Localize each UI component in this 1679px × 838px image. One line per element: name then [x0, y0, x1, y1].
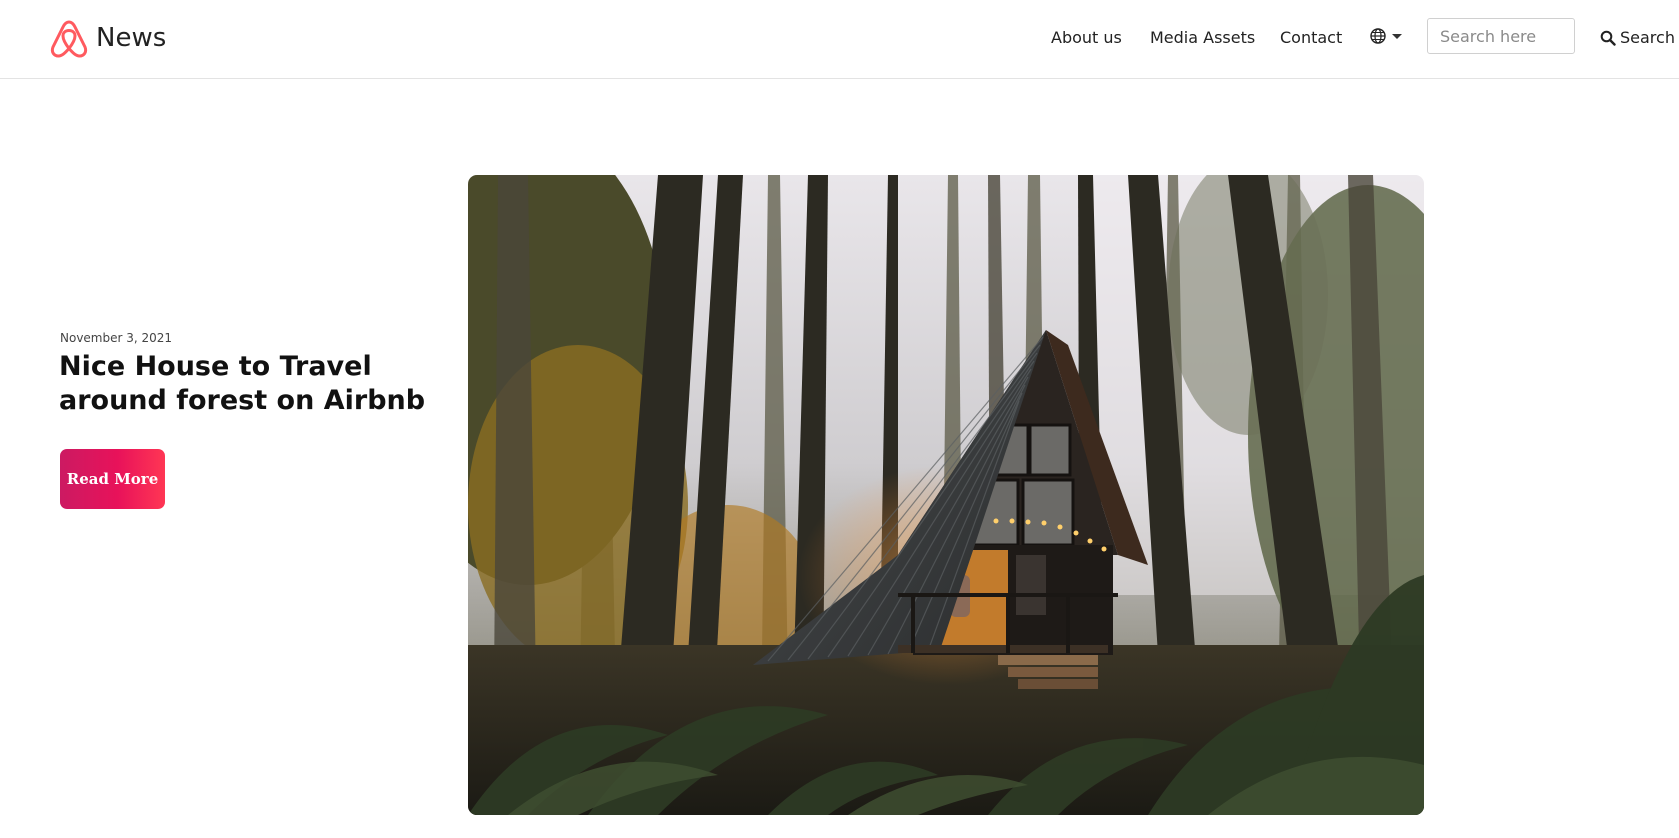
forest-cabin-image	[468, 175, 1424, 815]
brand-name: News	[96, 23, 167, 53]
article-title[interactable]: Nice House to Travel around forest on Ai…	[59, 350, 449, 418]
chevron-down-icon	[1392, 33, 1402, 39]
search-button[interactable]: Search	[1600, 28, 1675, 47]
language-dropdown[interactable]	[1370, 28, 1402, 44]
search-input[interactable]	[1427, 18, 1575, 54]
brand-link[interactable]: News	[47, 16, 166, 60]
nav-contact[interactable]: Contact	[1280, 28, 1342, 47]
globe-icon	[1370, 28, 1386, 44]
search-button-label: Search	[1620, 28, 1675, 47]
airbnb-logo-icon	[50, 20, 88, 58]
article-hero-image[interactable]	[468, 175, 1424, 815]
nav-media-assets[interactable]: Media Assets	[1150, 28, 1255, 47]
read-more-button[interactable]: Read More	[60, 449, 165, 509]
nav-about-us[interactable]: About us	[1051, 28, 1122, 47]
search-icon	[1600, 30, 1616, 46]
article-date: November 3, 2021	[60, 331, 173, 345]
site-header: News About us Media Assets Contact Searc…	[0, 0, 1679, 79]
